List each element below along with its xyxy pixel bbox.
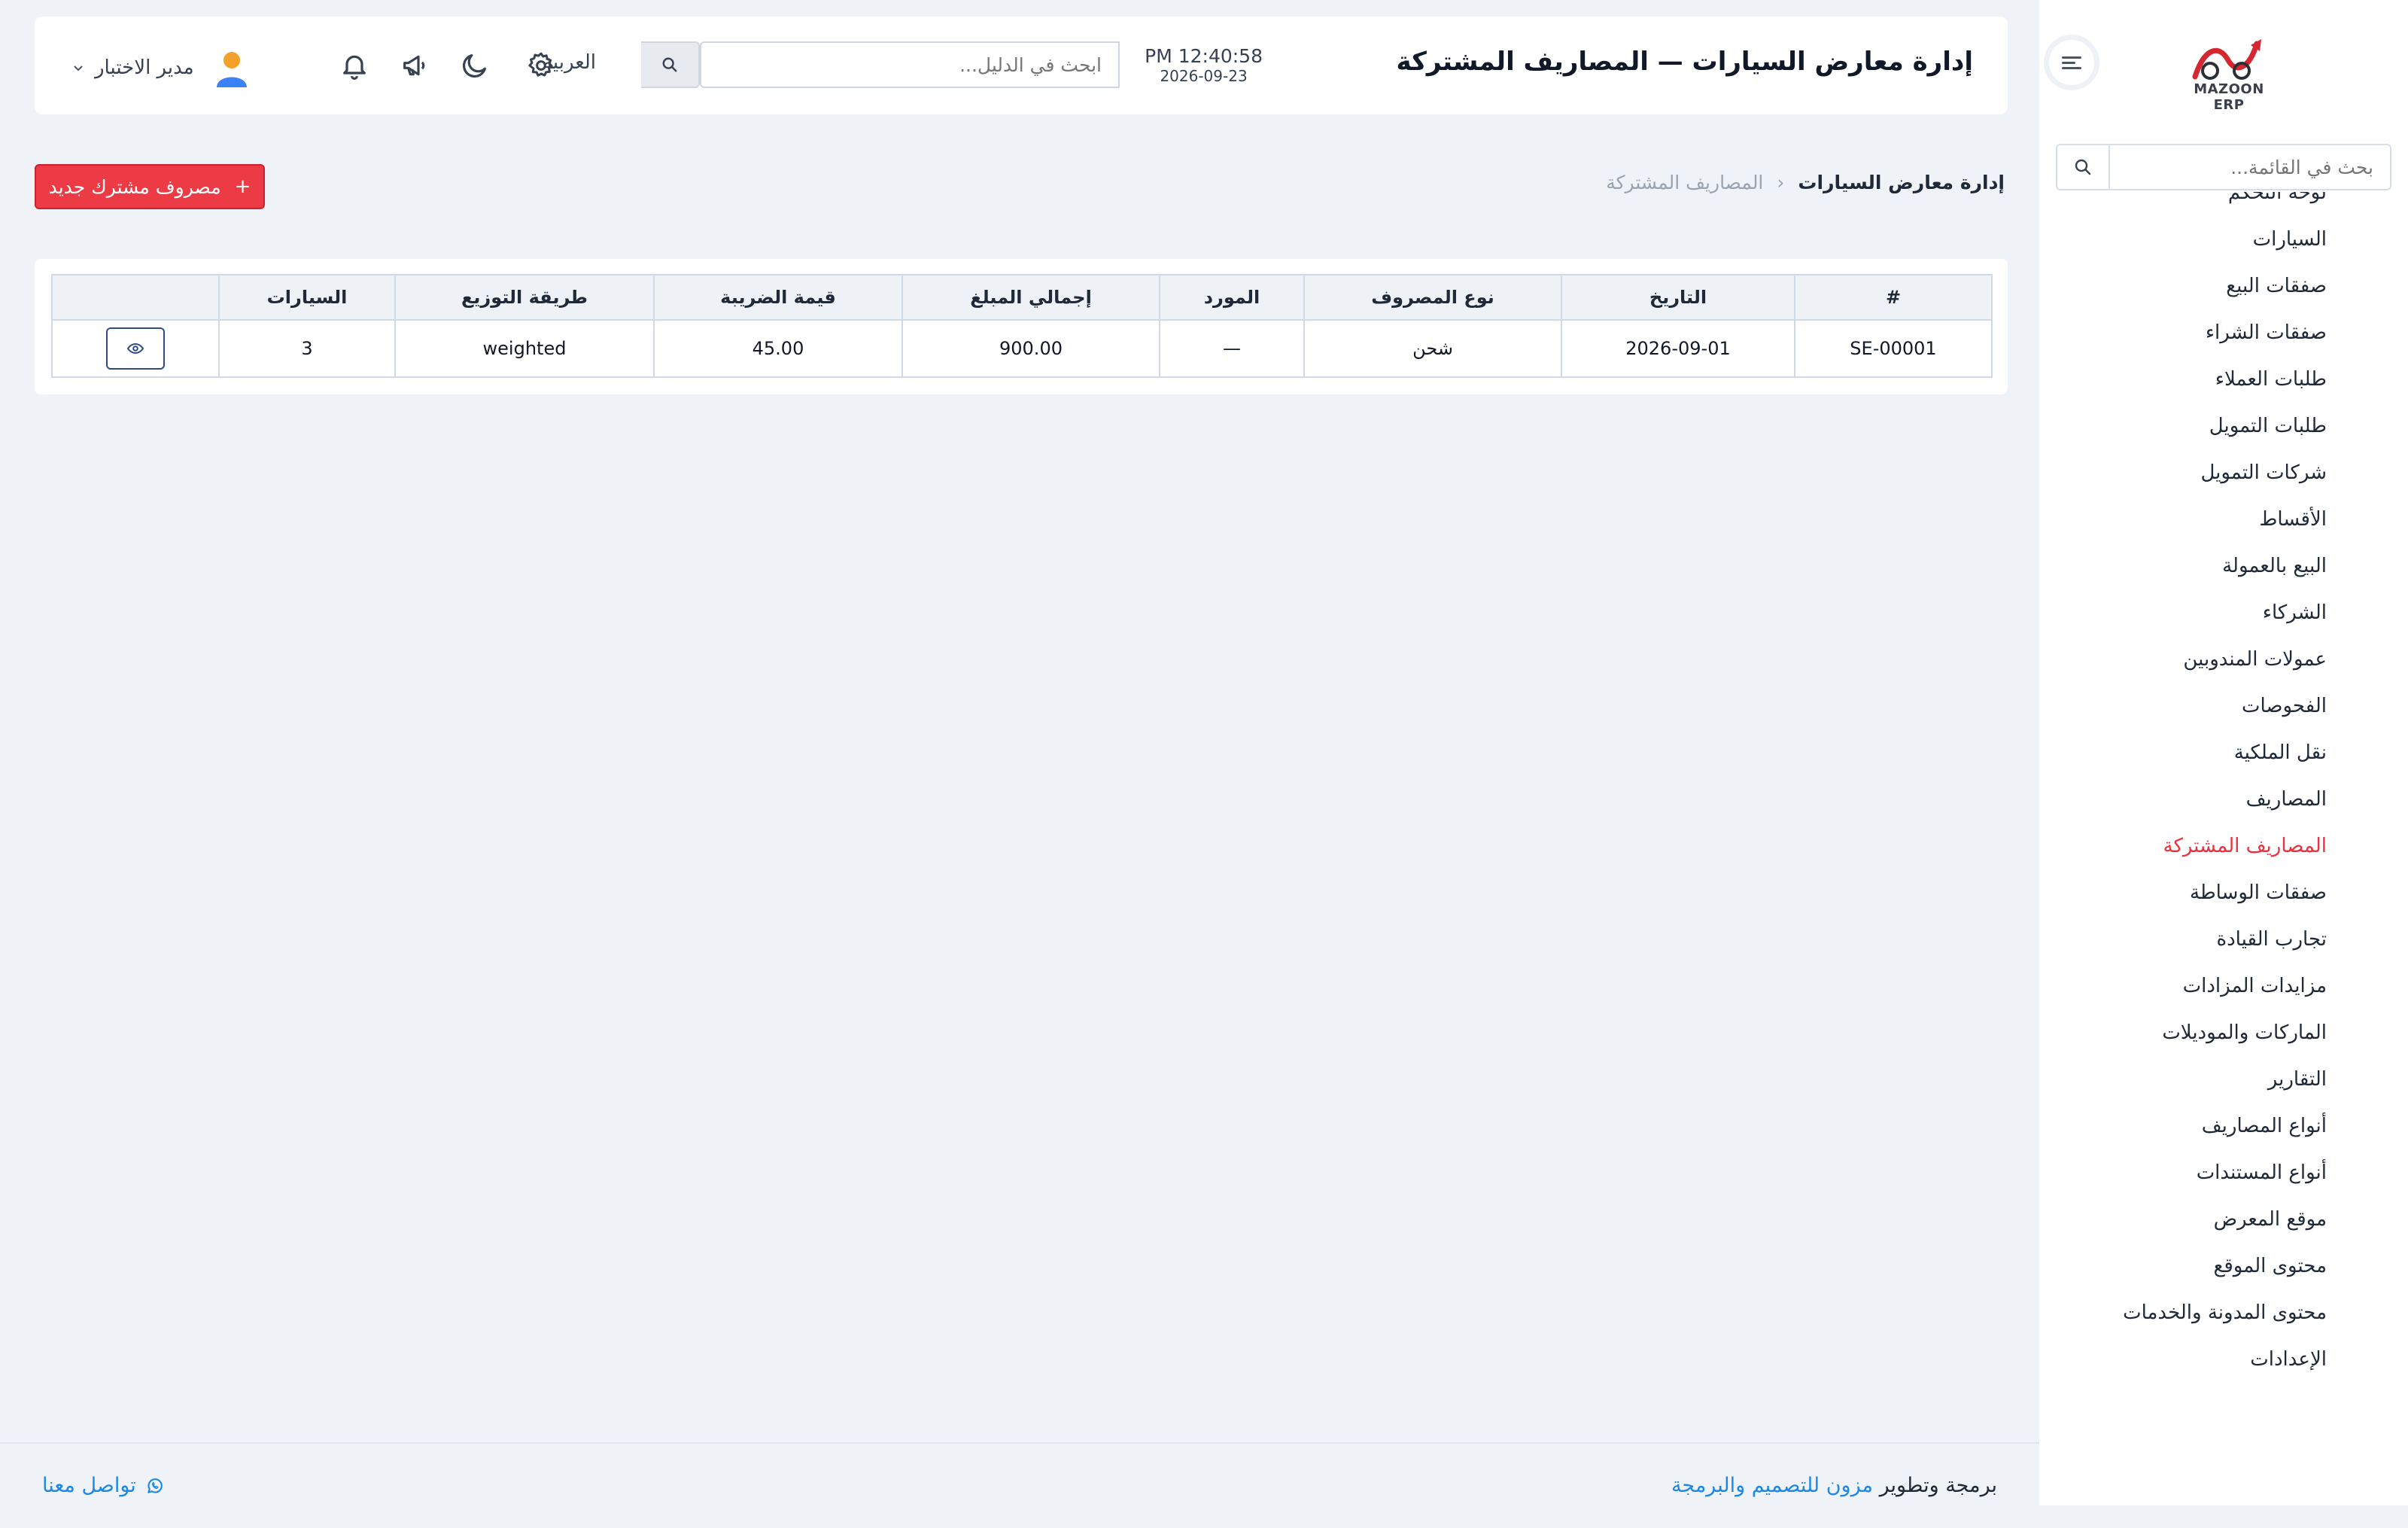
top-search xyxy=(641,41,1120,88)
whatsapp-icon xyxy=(147,1478,163,1493)
footer: برمجة وتطوير مزون للتصميم والبرمجة تواصل… xyxy=(0,1442,2039,1528)
breadcrumb: إدارة معارض السيارات ‹ المصاريف المشتركة xyxy=(1606,172,2005,193)
sidebar-item-settings[interactable]: الإعدادات xyxy=(2039,1336,2408,1383)
table-row[interactable]: SE-00001 2026-09-01 شحن — 900.00 45.00 w… xyxy=(51,319,1993,378)
sidebar-item-expense-types[interactable]: أنواع المصاريف xyxy=(2039,1103,2408,1149)
sidebar-item-showroom-site[interactable]: موقع المعرض xyxy=(2039,1196,2408,1243)
settings-button[interactable] xyxy=(522,47,560,84)
sidebar-menu: لوحة التحكم السيارات صفقات البيع صفقات ا… xyxy=(2039,192,2408,1396)
sidebar-item-finance-companies[interactable]: شركات التمويل xyxy=(2039,449,2408,496)
column-header-date[interactable]: التاريخ xyxy=(1561,274,1795,321)
column-header-expense-type[interactable]: نوع المصروف xyxy=(1303,274,1562,321)
column-header-supplier[interactable]: المورد xyxy=(1159,274,1305,321)
sidebar-item-sales-deals[interactable]: صفقات البيع xyxy=(2039,263,2408,309)
cell-date: 2026-09-01 xyxy=(1561,319,1795,378)
sidebar-search xyxy=(2056,144,2391,190)
user-menu[interactable]: مدير الاختبار xyxy=(72,47,253,89)
sidebar-item-inspections[interactable]: الفحوصات xyxy=(2039,683,2408,729)
column-header-actions xyxy=(51,274,220,321)
sidebar-item-brands-models[interactable]: الماركات والموديلات xyxy=(2039,1009,2408,1056)
gear-icon xyxy=(528,52,553,77)
column-header-number[interactable]: # xyxy=(1794,274,1993,321)
chevron-down-icon xyxy=(74,65,83,72)
search-icon xyxy=(662,57,677,72)
cell-tax-amount: 45.00 xyxy=(653,319,903,378)
clock-date: 2026-09-23 xyxy=(1160,67,1248,85)
add-shared-expense-button[interactable]: + مصروف مشترك جديد xyxy=(35,164,265,209)
brand-logo-text: MAZOON ERP xyxy=(2194,81,2264,113)
top-search-input[interactable] xyxy=(700,41,1120,88)
contact-us-link[interactable]: تواصل معنا xyxy=(42,1474,165,1497)
breadcrumb-current: المصاريف المشتركة xyxy=(1606,172,1764,193)
sidebar-item-agent-commissions[interactable]: عمولات المندوبين xyxy=(2039,636,2408,683)
moon-icon xyxy=(462,54,486,78)
user-avatar-icon xyxy=(216,52,247,87)
sidebar-item-brokerage-deals[interactable]: صفقات الوساطة xyxy=(2039,869,2408,916)
sidebar-item-expenses[interactable]: المصاريف xyxy=(2039,776,2408,823)
megaphone-icon xyxy=(403,55,425,76)
sidebar-item-auction-bids[interactable]: مزايدات المزادات xyxy=(2039,963,2408,1009)
bell-icon xyxy=(343,55,366,80)
cell-cars: 3 xyxy=(218,319,396,378)
announcements-button[interactable] xyxy=(396,47,433,84)
shared-expenses-card: # التاريخ نوع المصروف المورد إجمالي المب… xyxy=(35,259,2008,394)
column-header-total-amount[interactable]: إجمالي المبلغ xyxy=(901,274,1160,321)
sidebar-item-cars[interactable]: السيارات xyxy=(2039,216,2408,263)
top-bar: إدارة معارض السيارات — المصاريف المشتركة… xyxy=(35,17,2008,114)
menu-toggle-button[interactable] xyxy=(2044,35,2099,90)
cell-actions xyxy=(51,319,220,378)
sidebar-item-test-drives[interactable]: تجارب القيادة xyxy=(2039,916,2408,963)
sidebar-item-reports[interactable]: التقارير xyxy=(2039,1056,2408,1103)
page-title: إدارة معارض السيارات — المصاريف المشتركة xyxy=(1396,47,1973,77)
footer-credit-link[interactable]: مزون للتصميم والبرمجة xyxy=(1671,1474,1873,1497)
menu-toggle-icon xyxy=(2062,53,2081,72)
logo-mark-icon xyxy=(2192,39,2261,80)
footer-credit: برمجة وتطوير مزون للتصميم والبرمجة xyxy=(1671,1474,1997,1497)
cell-supplier: — xyxy=(1159,319,1305,378)
breadcrumb-separator-icon: ‹ xyxy=(1777,172,1785,193)
sidebar-item-blog-services[interactable]: محتوى المدونة والخدمات xyxy=(2039,1289,2408,1336)
sidebar-item-customer-requests[interactable]: طلبات العملاء xyxy=(2039,356,2408,403)
cell-distribution-method: weighted xyxy=(394,319,655,378)
cell-number: SE-00001 xyxy=(1794,319,1993,378)
sidebar-item-finance-requests[interactable]: طلبات التمويل xyxy=(2039,403,2408,449)
footer-credit-prefix: برمجة وتطوير xyxy=(1879,1474,1997,1497)
top-search-button[interactable] xyxy=(641,41,700,88)
breadcrumb-parent[interactable]: إدارة معارض السيارات xyxy=(1798,172,2005,193)
column-header-tax-amount[interactable]: قيمة الضريبة xyxy=(653,274,903,321)
cell-total-amount: 900.00 xyxy=(901,319,1160,378)
brand-logo[interactable]: MAZOON ERP xyxy=(2176,35,2282,113)
plus-icon: + xyxy=(234,175,251,198)
sidebar-item-installments[interactable]: الأقساط xyxy=(2039,496,2408,543)
cell-expense-type: شحن xyxy=(1303,319,1562,378)
notifications-button[interactable] xyxy=(336,47,373,84)
clock: PM 12:40:58 2026-09-23 xyxy=(1145,45,1263,84)
search-icon[interactable] xyxy=(2057,145,2110,189)
sidebar-item-shared-expenses[interactable]: المصاريف المشتركة xyxy=(2039,823,2408,869)
column-header-cars[interactable]: السيارات xyxy=(218,274,396,321)
clock-time: PM 12:40:58 xyxy=(1145,45,1263,67)
eye-icon xyxy=(126,342,144,355)
user-name: مدير الاختبار xyxy=(95,56,194,79)
sidebar-item-dashboard[interactable]: لوحة التحكم xyxy=(2039,192,2408,216)
sidebar-item-partners[interactable]: الشركاء xyxy=(2039,589,2408,636)
table-header-row: # التاريخ نوع المصروف المورد إجمالي المب… xyxy=(51,274,1993,321)
sidebar-item-document-types[interactable]: أنواع المستندات xyxy=(2039,1149,2408,1196)
add-shared-expense-label: مصروف مشترك جديد xyxy=(48,175,221,198)
sidebar-item-commission-sales[interactable]: البيع بالعمولة xyxy=(2039,543,2408,589)
column-header-distribution-method[interactable]: طريقة التوزيع xyxy=(394,274,655,321)
sidebar-item-purchase-deals[interactable]: صفقات الشراء xyxy=(2039,309,2408,356)
sidebar-search-input[interactable] xyxy=(2110,145,2390,189)
shared-expenses-table: # التاريخ نوع المصروف المورد إجمالي المب… xyxy=(51,274,1993,378)
sidebar-item-site-content[interactable]: محتوى الموقع xyxy=(2039,1243,2408,1289)
sidebar-item-ownership-transfer[interactable]: نقل الملكية xyxy=(2039,729,2408,776)
dark-mode-button[interactable] xyxy=(456,47,494,84)
view-button[interactable] xyxy=(106,327,165,370)
sidebar: MAZOON ERP لوحة التحكم السيارات صفقات ال… xyxy=(2039,0,2408,1505)
contact-us-label: تواصل معنا xyxy=(42,1474,136,1497)
